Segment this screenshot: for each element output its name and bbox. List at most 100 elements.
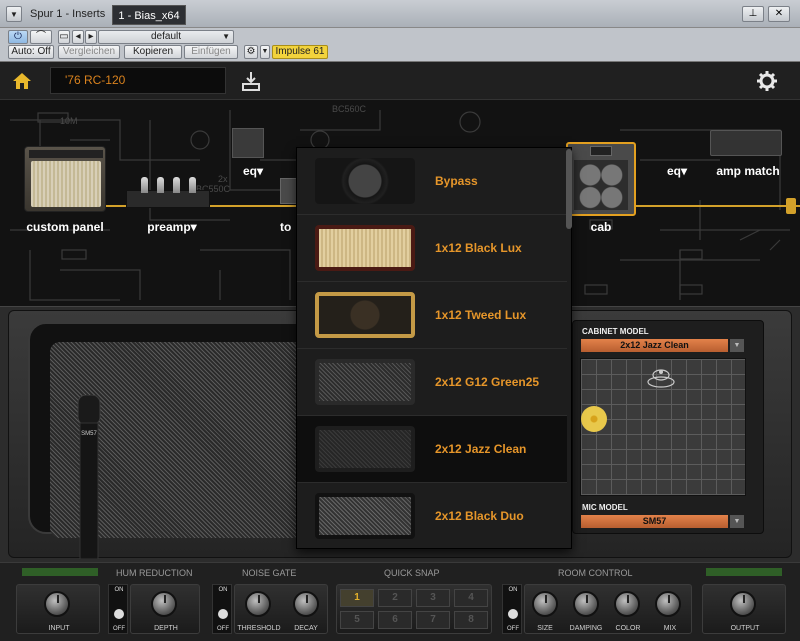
pin-icon[interactable]: ⊥ [742, 6, 764, 22]
microphone-icon[interactable]: SM57 [74, 395, 104, 559]
chevron-down-icon[interactable]: ▼ [730, 515, 744, 528]
schematic-label-2x: 2x [218, 174, 228, 184]
depth-knob[interactable] [151, 591, 177, 617]
quick-snap-label: QUICK SNAP [384, 568, 440, 578]
cabinet-item-2x12-black-duo[interactable]: 2x12 Black Duo [297, 483, 567, 548]
eq-icon[interactable] [232, 128, 264, 158]
noise-gate-label: NOISE GATE [242, 568, 297, 578]
decay-knob[interactable] [293, 591, 319, 617]
cabinet-thumbnail [315, 158, 415, 204]
save-icon[interactable] [240, 70, 262, 92]
damping-label: DAMPING [569, 625, 603, 632]
preset-list-icon[interactable]: ▭ [58, 30, 70, 44]
quick-snap-2[interactable]: 2 [378, 589, 412, 607]
preamp-icon[interactable] [126, 177, 210, 208]
compare-icon[interactable]: ⌒ [30, 30, 52, 44]
amp-grill [31, 161, 101, 207]
input-label: INPUT [48, 625, 70, 632]
quick-snap-3[interactable]: 3 [416, 589, 450, 607]
chain-label-preamp[interactable]: preamp▾ [140, 220, 204, 234]
gear-icon[interactable]: ⚙ [244, 45, 258, 59]
chain-label-eq2-text: eq [666, 164, 681, 178]
chain-label-cab[interactable]: cab [580, 220, 622, 234]
schematic-label-10m: 10M [60, 116, 78, 126]
cabinet-model-select[interactable]: 2x12 Jazz Clean [581, 339, 728, 352]
plugin-tab[interactable]: 1 - Bias_x64 [112, 5, 186, 25]
cabinet-item-2x12-jazz-clean[interactable]: 2x12 Jazz Clean [297, 416, 567, 483]
output-label: OUTPUT [730, 625, 760, 632]
amp-match-icon[interactable] [710, 130, 782, 156]
cabinet-item-1x12-tweed-lux[interactable]: 1x12 Tweed Lux [297, 282, 567, 349]
output-knob[interactable] [730, 591, 756, 617]
quick-snap-4[interactable]: 4 [454, 589, 488, 607]
mic-model-select[interactable]: SM57 [581, 515, 728, 528]
color-knob[interactable] [614, 591, 640, 617]
close-icon[interactable]: ✕ [768, 6, 790, 22]
switch-off-label: OFF [507, 626, 519, 632]
chain-label-eq2[interactable]: eq▾ [660, 164, 694, 178]
host-title-bar: ▼ Spur 1 - Inserts 1 - Bias_x64 ⊥ ✕ [0, 0, 800, 28]
hum-reduction-switch[interactable]: ON OFF [108, 584, 128, 634]
mix-knob[interactable] [655, 591, 681, 617]
chain-label-custom-panel[interactable]: custom panel [20, 220, 110, 234]
prev-preset-icon[interactable]: ◂ [72, 30, 84, 44]
quick-snap-5[interactable]: 5 [340, 611, 374, 629]
threshold-knob[interactable] [245, 591, 271, 617]
compare-button[interactable]: Vergleichen [58, 45, 120, 59]
switch-toggle [114, 609, 124, 619]
room-control-section: SIZE DAMPING COLOR MIX [524, 584, 692, 634]
switch-toggle [218, 609, 228, 619]
copy-button[interactable]: Kopieren [124, 45, 182, 59]
cabinet-thumbnail [315, 359, 415, 405]
input-knob[interactable] [44, 591, 70, 617]
room-control-switch[interactable]: ON OFF [502, 584, 522, 634]
mic-model-label: MIC MODEL [582, 503, 628, 512]
chevron-down-icon[interactable]: ▼ [730, 339, 744, 352]
cabinet-thumbnail [315, 493, 415, 539]
quick-snap-7[interactable]: 7 [416, 611, 450, 629]
cabinet-item-label: 2x12 Black Duo [435, 509, 524, 523]
track-menu-button[interactable]: ▼ [6, 6, 22, 22]
quick-snap-section: 1 2 3 4 5 6 7 8 [336, 584, 492, 634]
tube-icon [189, 177, 196, 193]
cabinet-item-1x12-black-lux[interactable]: 1x12 Black Lux [297, 215, 567, 282]
impulse-button[interactable]: Impulse 61 [272, 45, 328, 59]
chain-end-handle[interactable] [786, 198, 796, 214]
noise-gate-switch[interactable]: ON OFF [212, 584, 232, 634]
tube-icon [141, 177, 148, 193]
quick-snap-1[interactable]: 1 [340, 589, 374, 607]
cabinet-item-label: 2x12 Jazz Clean [435, 442, 527, 456]
chain-label-amp-match[interactable]: amp match [706, 164, 790, 178]
chain-label-tonestack[interactable]: to [280, 220, 296, 234]
preset-name-display[interactable]: '76 RC-120 [50, 67, 226, 94]
cab-handle [590, 146, 612, 156]
chevron-down-icon: ▾ [190, 220, 197, 234]
cab-icon-selected[interactable] [566, 142, 636, 216]
quick-snap-8[interactable]: 8 [454, 611, 488, 629]
preset-select[interactable]: default ▼ [98, 30, 234, 44]
room-control-label: ROOM CONTROL [558, 568, 633, 578]
switch-off-label: OFF [113, 626, 125, 632]
tube-icon [173, 177, 180, 193]
custom-panel-amp-icon[interactable] [24, 146, 106, 212]
power-icon[interactable]: ⏻ [8, 30, 28, 44]
paste-button[interactable]: Einfügen [184, 45, 238, 59]
quick-snap-6[interactable]: 6 [378, 611, 412, 629]
switch-toggle [508, 609, 518, 619]
auto-button[interactable]: Auto: Off [8, 45, 54, 59]
host-preset-bar: ⏻ ⌒ ▭ ◂ ▸ default ▼ Auto: Off Vergleichen… [0, 28, 800, 62]
home-icon[interactable] [12, 72, 32, 90]
mic-badge: SM57 [81, 431, 97, 437]
dropdown-scrollbar[interactable] [566, 149, 572, 229]
chevron-down-icon[interactable]: ▼ [260, 45, 270, 59]
settings-gear-icon[interactable] [756, 70, 778, 92]
cabinet-item-bypass[interactable]: Bypass [297, 148, 567, 215]
chain-label-eq[interactable]: eq▾ [236, 164, 270, 178]
cabinet-item-2x12-g12-green25[interactable]: 2x12 G12 Green25 [297, 349, 567, 416]
damping-knob[interactable] [573, 591, 599, 617]
next-preset-icon[interactable]: ▸ [85, 30, 97, 44]
size-knob[interactable] [532, 591, 558, 617]
mic-position-handle[interactable] [581, 406, 607, 432]
cabinet-model-label: CABINET MODEL [582, 327, 649, 336]
tube-icon [157, 177, 164, 193]
